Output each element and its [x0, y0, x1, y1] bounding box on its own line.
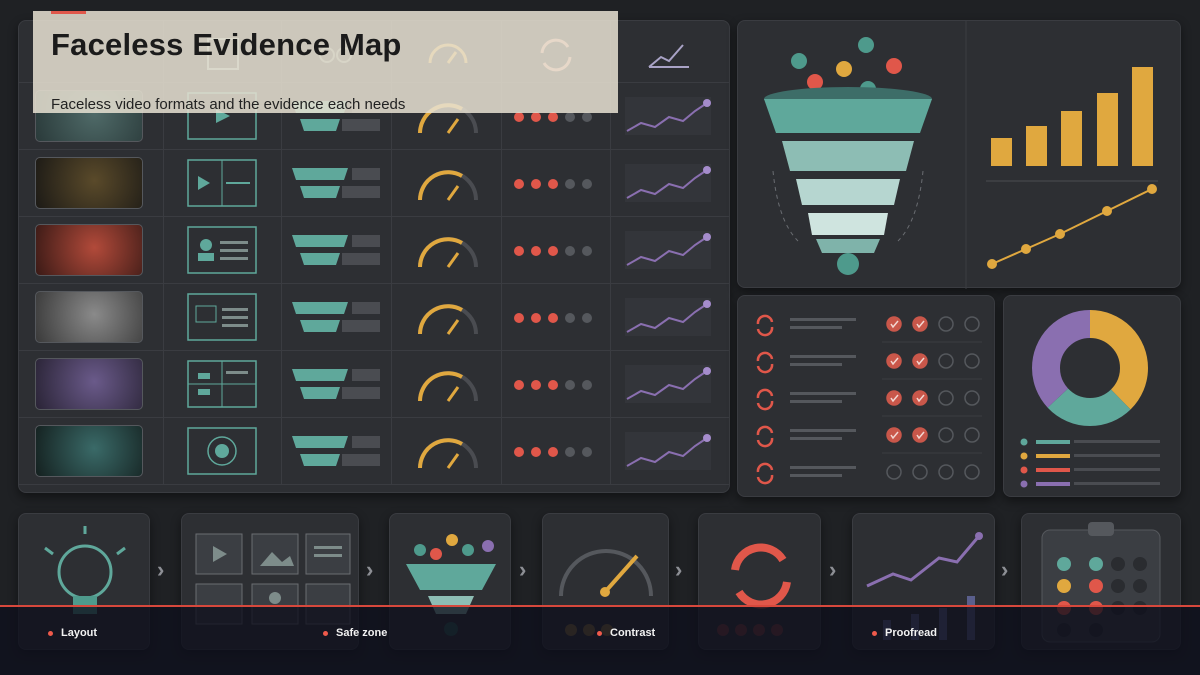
bar-graphic [986, 67, 1158, 269]
page-title: Faceless Evidence Map [51, 27, 402, 62]
trend-sparkline-icon [625, 164, 711, 202]
checklist-graphic [756, 314, 982, 485]
page-subtitle: Faceless video formats and the evidence … [51, 96, 406, 113]
table-row [19, 284, 164, 351]
split-panel-icon [187, 360, 257, 408]
table-row [19, 418, 164, 485]
table-row [19, 150, 164, 217]
table-row [19, 351, 164, 418]
evidence-dots [514, 447, 592, 457]
footer-item-safe-zone: Safe zone [323, 627, 387, 639]
funnel-panel [737, 20, 1181, 289]
footer-item-layout: Layout [48, 627, 97, 639]
bullet-icon [872, 630, 877, 636]
stack-bars-icon [292, 235, 380, 265]
title-accent [51, 11, 86, 14]
trend-sparkline-icon [625, 231, 711, 269]
gauge-icon [418, 438, 478, 469]
thumbnail-cubes [35, 358, 143, 410]
evidence-dots [514, 246, 592, 256]
bullet-icon [597, 630, 602, 636]
footer-item-contrast: Contrast [597, 627, 655, 639]
thumbnail-notebook [35, 291, 143, 343]
stack-bars-icon [292, 436, 380, 466]
gauge-icon [418, 371, 478, 402]
donut-graphic [1020, 310, 1160, 488]
bullet-icon [323, 630, 328, 636]
evidence-dots [514, 179, 592, 189]
evidence-dots [514, 380, 592, 390]
trend-sparkline-icon [625, 97, 711, 135]
thumbnail-lightbulb [35, 157, 143, 209]
table-row [19, 217, 164, 284]
image-card-icon [187, 293, 257, 341]
thumbnail-microphone [35, 224, 143, 276]
gauge-icon [418, 304, 478, 335]
trend-sparkline-icon [625, 298, 711, 336]
footer-bar: Layout Safe zone Contrast Proofread [0, 605, 1200, 675]
evidence-dots [514, 313, 592, 323]
checklist-panel [737, 295, 995, 497]
stack-bars-icon [292, 302, 380, 332]
profile-card-icon [187, 226, 257, 274]
stack-bars-icon [292, 168, 380, 198]
funnel-illustration [764, 21, 1158, 289]
stack-bars-icon [292, 369, 380, 399]
gauge-icon [418, 170, 478, 201]
footer-item-proofread: Proofread [872, 627, 937, 639]
bullet-icon [48, 630, 53, 636]
trend-header-icon [648, 44, 689, 68]
split-play-icon [187, 159, 257, 207]
trend-sparkline-icon [625, 432, 711, 470]
thumbnail-silhouette [35, 425, 143, 477]
trend-sparkline-icon [625, 365, 711, 403]
donut-panel [1003, 295, 1181, 497]
gauge-icon [418, 237, 478, 268]
target-icon [187, 427, 257, 475]
